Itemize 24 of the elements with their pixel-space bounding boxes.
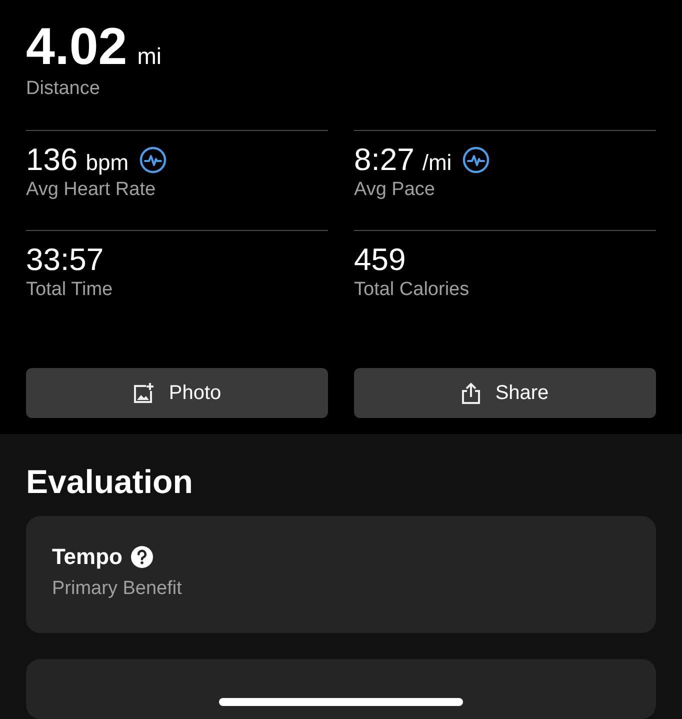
stat-unit: /mi — [422, 150, 452, 176]
section-title: Evaluation — [26, 462, 194, 502]
distance-value: 4.02 — [26, 18, 128, 76]
distance-label: Distance — [26, 78, 100, 100]
help-icon[interactable] — [130, 545, 154, 569]
heartbeat-chart-icon[interactable] — [138, 146, 167, 174]
stat-label: Avg Heart Rate — [26, 179, 156, 201]
benefit-subtitle: Primary Benefit — [52, 578, 182, 600]
benefit-card[interactable]: Tempo Primary Benefit — [26, 516, 656, 633]
stat-value: 136 — [26, 142, 78, 178]
add-photo-button[interactable]: Photo — [26, 368, 328, 418]
stat-value: 459 — [354, 242, 406, 278]
add-photo-icon — [132, 382, 155, 404]
stat-value: 8:27 — [354, 142, 414, 178]
distance-unit: mi — [137, 43, 162, 70]
stat-label: Total Time — [26, 279, 113, 301]
share-button[interactable]: Share — [354, 368, 656, 418]
stat-value: 33:57 — [26, 242, 104, 278]
stat-label: Total Calories — [354, 279, 470, 301]
stat-label: Avg Pace — [354, 179, 435, 201]
benefit-title: Tempo — [52, 544, 122, 570]
heartbeat-chart-icon[interactable] — [462, 146, 490, 174]
stat-unit: bpm — [86, 150, 129, 176]
share-icon — [461, 382, 482, 404]
